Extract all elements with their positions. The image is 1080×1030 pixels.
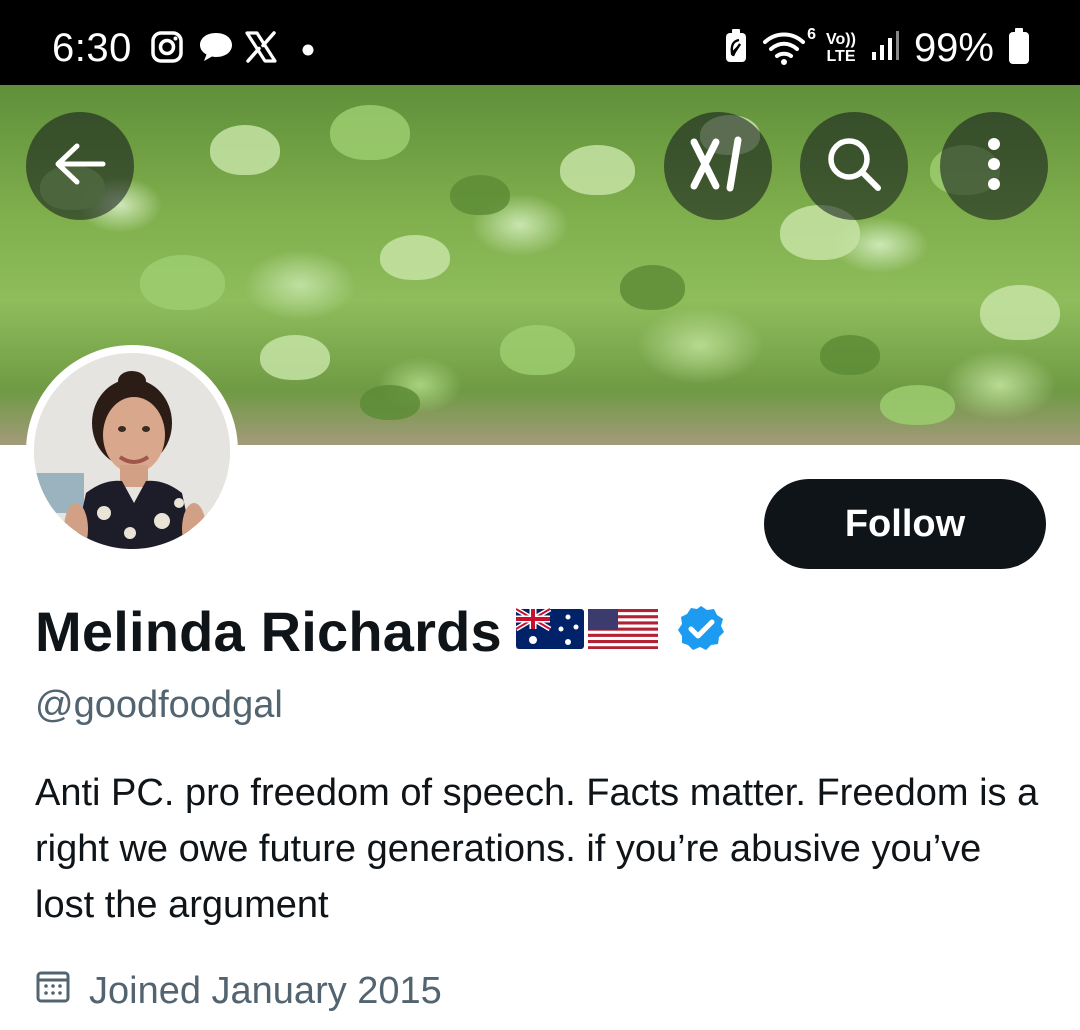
joined-date: Joined January 2015 bbox=[89, 969, 442, 1012]
profile-name-row: Melinda Richards bbox=[35, 596, 726, 666]
display-name: Melinda Richards bbox=[35, 599, 502, 663]
status-time: 6:30 bbox=[52, 26, 132, 70]
chat-bubble-icon bbox=[198, 30, 234, 69]
grok-icon bbox=[688, 136, 748, 197]
search-icon bbox=[825, 135, 883, 198]
profile-bio: Anti PC. pro freedom of speech. Facts ma… bbox=[35, 772, 1039, 926]
joined-date-row: Joined January 2015 bbox=[35, 968, 442, 1014]
grok-button[interactable] bbox=[664, 112, 772, 220]
more-button[interactable] bbox=[940, 112, 1048, 220]
volte-lte-icon: Vo)) LTE bbox=[826, 31, 856, 65]
usa-flag-icon bbox=[587, 605, 658, 658]
instagram-icon bbox=[150, 30, 184, 69]
battery-percent: 99% bbox=[913, 25, 994, 70]
lte-label: LTE bbox=[826, 48, 856, 65]
back-button[interactable] bbox=[26, 112, 134, 220]
signal-icon bbox=[870, 30, 900, 67]
volte-label: Vo)) bbox=[826, 31, 856, 48]
battery-icon bbox=[1008, 27, 1030, 70]
follow-label: Follow bbox=[844, 502, 966, 545]
more-vertical-icon bbox=[987, 137, 1001, 196]
follow-button[interactable]: Follow bbox=[764, 479, 1046, 569]
avatar-photo bbox=[34, 353, 230, 549]
profile-handle: @goodfoodgal bbox=[35, 684, 283, 726]
verified-badge-icon[interactable] bbox=[676, 604, 726, 659]
status-bar: 6:30 6 Vo)) LTE 99% bbox=[0, 0, 1080, 85]
search-button[interactable] bbox=[800, 112, 908, 220]
x-logo-icon bbox=[244, 30, 278, 69]
arrow-left-icon bbox=[53, 142, 107, 191]
wifi-6-icon: 6 bbox=[762, 26, 816, 68]
battery-saver-icon bbox=[724, 28, 748, 69]
wifi-badge: 6 bbox=[807, 26, 817, 43]
profile-avatar[interactable] bbox=[26, 345, 238, 557]
dot-icon bbox=[302, 43, 314, 61]
calendar-icon bbox=[35, 968, 71, 1014]
australia-flag-icon bbox=[514, 605, 584, 658]
